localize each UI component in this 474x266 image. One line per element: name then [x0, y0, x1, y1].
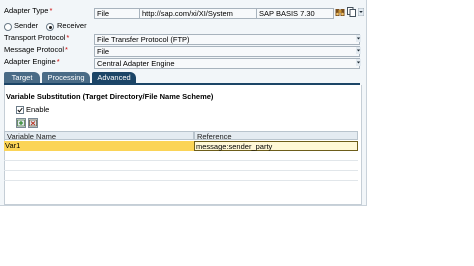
reference-cell-input[interactable]: message:sender_party — [194, 141, 358, 151]
enable-label: Enable — [26, 105, 50, 114]
adapter-namespace-field[interactable]: http://sap.com/xi/XI/System — [139, 8, 257, 19]
software-component-field[interactable]: SAP BASIS 7.30 — [256, 8, 334, 19]
receiver-label: Receiver — [57, 21, 87, 30]
variable-substitution-title: Variable Substitution (Target Directory/… — [6, 92, 214, 101]
tab-processing[interactable]: Processing — [42, 72, 90, 83]
insert-row-button[interactable] — [16, 118, 26, 128]
dropdown-icon[interactable] — [357, 7, 365, 18]
table-row-divider — [4, 170, 358, 171]
adapter-config-panel: Adapter Type* File http://sap.com/xi/XI/… — [0, 0, 367, 206]
tab-target[interactable]: Target — [4, 72, 40, 83]
adapter-engine-label: Adapter Engine* — [4, 57, 60, 66]
receiver-radio[interactable] — [46, 23, 54, 31]
adapter-engine-select[interactable]: Central Adapter Engine — [94, 58, 360, 69]
column-header-reference[interactable]: Reference — [194, 131, 358, 141]
binoculars-icon[interactable] — [335, 7, 345, 19]
enable-checkbox[interactable] — [16, 106, 24, 114]
copy-icon[interactable] — [347, 7, 356, 19]
insert-row-icon — [17, 119, 25, 127]
adapter-type-field[interactable]: File — [94, 8, 140, 19]
delete-row-button[interactable] — [28, 118, 38, 128]
message-protocol-label: Message Protocol* — [4, 45, 68, 54]
message-protocol-select[interactable]: File — [94, 46, 360, 57]
adapter-engine-dropdown-icon[interactable] — [356, 59, 361, 66]
column-header-variable-name[interactable]: Variable Name — [4, 131, 194, 141]
variable-name-cell[interactable]: Var1 — [4, 141, 194, 151]
table-row-divider — [4, 180, 358, 181]
transport-protocol-select[interactable]: File Transfer Protocol (FTP) — [94, 34, 360, 45]
transport-protocol-dropdown-icon[interactable] — [356, 35, 361, 42]
table-row-divider — [4, 160, 358, 161]
sender-radio[interactable] — [4, 23, 12, 31]
sender-label: Sender — [14, 21, 39, 30]
transport-protocol-label: Transport Protocol* — [4, 33, 70, 42]
adapter-type-label: Adapter Type* — [4, 6, 53, 15]
tab-advanced[interactable]: Advanced — [92, 72, 136, 83]
delete-row-icon — [29, 119, 37, 127]
checkmark-icon — [17, 107, 23, 113]
message-protocol-dropdown-icon[interactable] — [356, 47, 361, 54]
